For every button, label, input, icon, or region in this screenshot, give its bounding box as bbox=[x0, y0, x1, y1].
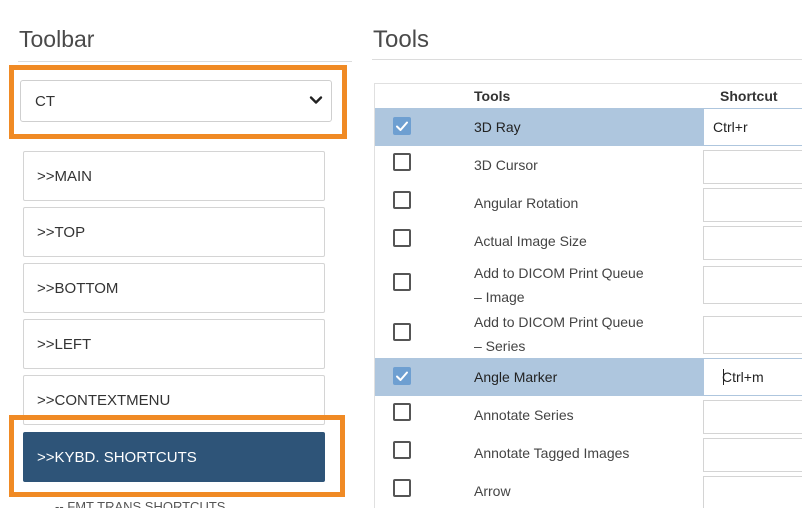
row-checkbox[interactable] bbox=[393, 153, 411, 171]
row-checkbox[interactable] bbox=[393, 229, 411, 247]
shortcut-input[interactable] bbox=[703, 476, 802, 508]
shortcut-input[interactable] bbox=[703, 316, 802, 354]
shortcut-value-text: Ctrl+m bbox=[722, 369, 764, 385]
shortcut-input[interactable] bbox=[703, 226, 802, 260]
tool-name: Annotate Tagged Images bbox=[474, 445, 630, 461]
tool-name: 3D Ray bbox=[474, 119, 521, 135]
tool-name: Annotate Series bbox=[474, 407, 574, 423]
toolbar-button-left[interactable]: >>LEFT bbox=[23, 319, 325, 369]
tool-name: Angular Rotation bbox=[474, 195, 579, 211]
row-highlight bbox=[375, 108, 703, 146]
shortcut-input[interactable] bbox=[703, 400, 802, 434]
row-checkbox[interactable] bbox=[393, 367, 411, 385]
checkmark-icon bbox=[396, 371, 408, 381]
toolbar-button-label: >>TOP bbox=[37, 224, 86, 241]
table-row[interactable]: Actual Image Size bbox=[375, 222, 802, 260]
tool-name-line1: Add to DICOM Print Queue bbox=[474, 314, 644, 330]
toolbar-button-label: >>LEFT bbox=[37, 336, 92, 353]
shortcut-input[interactable] bbox=[703, 150, 802, 184]
table-row[interactable]: 3D Cursor bbox=[375, 146, 802, 184]
row-checkbox[interactable] bbox=[393, 441, 411, 459]
table-row[interactable]: 3D Ray Ctrl+r bbox=[375, 108, 802, 146]
shortcut-input[interactable] bbox=[703, 438, 802, 472]
tools-panel: Tools Tools Shortcut 3D Ray Ctrl+r 3D Cu… bbox=[352, 0, 802, 508]
toolbar-button-label: >>CONTEXTMENU bbox=[37, 392, 171, 409]
shortcut-value: Ctrl+r bbox=[713, 119, 748, 135]
tool-name: Angle Marker bbox=[474, 369, 558, 385]
highlight-frame-select bbox=[9, 65, 347, 139]
table-row[interactable]: Arrow bbox=[375, 472, 802, 508]
tools-table: Tools Shortcut 3D Ray Ctrl+r 3D Cursor A… bbox=[374, 83, 802, 508]
shortcut-input[interactable]: Ctrl+r bbox=[703, 108, 802, 146]
shortcut-input[interactable] bbox=[703, 266, 802, 304]
toolbar-button-top[interactable]: >>TOP bbox=[23, 207, 325, 257]
tool-name-line1: Add to DICOM Print Queue bbox=[474, 265, 644, 281]
tool-name: 3D Cursor bbox=[474, 157, 538, 173]
divider bbox=[18, 61, 352, 62]
toolbar-button-label: >>MAIN bbox=[37, 168, 93, 185]
shortcut-input[interactable]: Ctrl+m bbox=[703, 358, 802, 396]
divider bbox=[372, 59, 802, 60]
table-row[interactable]: Annotate Tagged Images bbox=[375, 434, 802, 472]
toolbar-button-partial[interactable]: -- FMT TRANS SHORTCUTS bbox=[55, 500, 225, 508]
tool-name-line2: – Image bbox=[474, 289, 525, 305]
row-checkbox[interactable] bbox=[393, 479, 411, 497]
row-checkbox[interactable] bbox=[393, 273, 411, 291]
table-row[interactable]: Annotate Series bbox=[375, 396, 802, 434]
table-row[interactable]: Add to DICOM Print Queue – Image bbox=[375, 260, 802, 308]
tool-name: Arrow bbox=[474, 483, 511, 499]
tools-title: Tools bbox=[373, 26, 430, 53]
tool-name-line2: – Series bbox=[474, 338, 526, 354]
column-header-tools: Tools bbox=[474, 88, 511, 104]
table-header: Tools Shortcut bbox=[375, 84, 802, 108]
shortcut-input[interactable] bbox=[703, 188, 802, 222]
toolbar-button-main[interactable]: >>MAIN bbox=[23, 151, 325, 201]
toolbar-panel: Toolbar CT >>MAIN >>TOP >>BOTTOM >>LEFT … bbox=[0, 0, 352, 508]
column-header-shortcut: Shortcut bbox=[720, 88, 778, 104]
text-caret bbox=[723, 369, 724, 385]
tool-name: Actual Image Size bbox=[474, 233, 587, 249]
row-checkbox[interactable] bbox=[393, 323, 411, 341]
row-checkbox[interactable] bbox=[393, 117, 411, 135]
highlight-frame-kybd bbox=[9, 415, 345, 497]
row-checkbox[interactable] bbox=[393, 403, 411, 421]
table-row[interactable]: Angular Rotation bbox=[375, 184, 802, 222]
row-checkbox[interactable] bbox=[393, 191, 411, 209]
toolbar-button-label: >>BOTTOM bbox=[37, 280, 119, 297]
toolbar-button-bottom[interactable]: >>BOTTOM bbox=[23, 263, 325, 313]
toolbar-title: Toolbar bbox=[19, 26, 95, 52]
checkmark-icon bbox=[396, 121, 408, 131]
table-row[interactable]: Angle Marker Ctrl+m bbox=[375, 358, 802, 396]
table-row[interactable]: Add to DICOM Print Queue – Series bbox=[375, 308, 802, 358]
